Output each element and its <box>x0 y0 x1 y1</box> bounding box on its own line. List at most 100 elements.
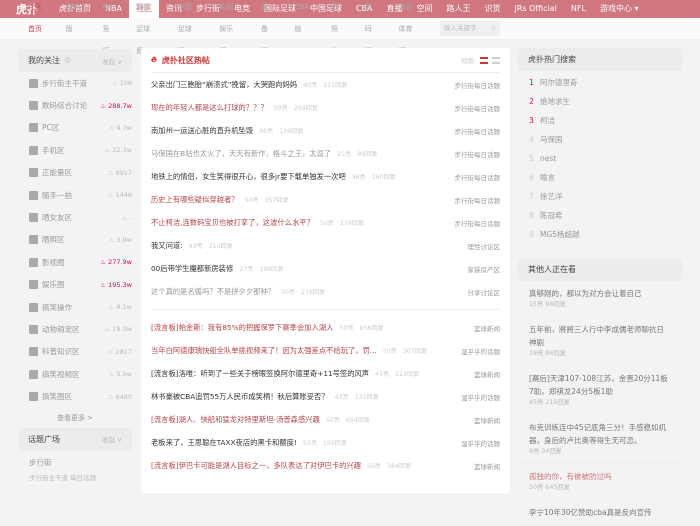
post-title[interactable]: 林书豪被CBA追罚55万人民币成笑柄！秋后算账妥否？ <box>151 392 329 402</box>
post-board-tag[interactable]: 步行街每日话题 <box>455 172 501 182</box>
post-row[interactable]: 老板来了，王思聪在TAXX夜店的黑卡和额度! 50亮 159回复 湿乎乎的话题 <box>151 431 500 454</box>
nav-item[interactable]: JRs Official <box>508 0 564 18</box>
post-row[interactable]: 现在的年轻人都是这么打球的？？？ 50亮 269回复 步行街每日话题 <box>151 96 500 119</box>
post-row[interactable]: [流言板]帕金斯：我有85%的把握保罗下赛季会加入湖人 50亮 856回复 篮球新闻 <box>151 316 500 339</box>
hot-search-item[interactable]: 3 柯洁 <box>518 111 682 130</box>
collapse-button[interactable]: 收起 ∨ <box>102 56 122 66</box>
post-row[interactable]: 我又问道: 43亮 210回复 理性讨论区 <box>151 234 500 257</box>
post-board-tag[interactable]: 湿乎乎的话题 <box>461 346 500 356</box>
see-more-link[interactable]: 查看更多 > <box>18 408 132 428</box>
followed-board[interactable]: PC区 ♨ 9.7w <box>18 117 132 139</box>
hot-search-item[interactable]: 5 nest <box>518 149 682 168</box>
watching-item[interactable]: 李宁10年30亿赞助cba真是反向宣传 <box>518 500 682 526</box>
post-title[interactable]: [流言板]伊巴卡可能是湖人目标之一，多队表达了对伊巴卡的兴趣 <box>151 461 361 471</box>
watching-item[interactable]: 孤独的你，有被被防过吗 50亮 645回复 <box>518 464 682 500</box>
nav-item[interactable]: 路人王 <box>440 0 478 18</box>
followed-board[interactable]: 搞笑图区 ♨ 6480 <box>18 385 132 407</box>
post-row[interactable]: [流言板]洛唯：听到了一些关于榜眼签换阿尔德里奇+11号签的风声 47亮 222回复… <box>151 362 500 385</box>
post-board-tag[interactable]: 分享讨论区 <box>468 287 501 297</box>
followed-board[interactable]: 正能量区 ♨ 9917 <box>18 162 132 184</box>
followed-board[interactable]: 搞笑操作 ♨ 8.1w <box>18 296 132 318</box>
list-view-icon[interactable] <box>480 56 488 64</box>
topic-item[interactable]: 步行街 <box>29 457 132 468</box>
post-board-tag[interactable]: 篮球新闻 <box>474 461 500 471</box>
post-row[interactable]: 马保国在B站也太火了，天天有新作，格斗之王，太逗了 25亮 99回复 步行街每日话题 <box>151 142 500 165</box>
hot-search-item[interactable]: 6 喻言 <box>518 168 682 187</box>
watching-item[interactable]: 真够刚的，都以为对方会让着自己 15亮 98回复 <box>518 281 682 317</box>
topic-sub[interactable]: 步行街主干道 每日话题 <box>29 472 132 482</box>
post-board-tag[interactable]: 湿乎乎的话题 <box>461 392 500 402</box>
hot-search-item[interactable]: 4 马保国 <box>518 130 682 149</box>
gear-icon[interactable]: ⚙ <box>64 56 71 65</box>
search-icon[interactable]: ⚲ <box>491 21 496 36</box>
followed-board[interactable]: 晒照区 ♨ 3.9w <box>18 229 132 251</box>
watching-item[interactable]: 五年前，將將三人行中李成儒老师聊抗日神剧 19亮 86回复 <box>518 317 682 366</box>
post-row[interactable]: [流言板]伊巴卡可能是湖人目标之一，多队表达了对伊巴卡的兴趣 50亮 364回复 篮球… <box>151 454 500 477</box>
watching-item[interactable]: [赛后]天津107-108江苏，金晋20分11板7助，郑祺龙24分5板1助 45亮… <box>518 366 682 415</box>
hot-search-term: 柯洁 <box>540 116 555 125</box>
followed-board[interactable]: 科普知识区 ♨ 2817 <box>18 341 132 363</box>
post-board-tag[interactable]: 篮球新闻 <box>474 323 500 333</box>
post-board-tag[interactable]: 篮球新闻 <box>474 369 500 379</box>
followed-board[interactable]: 动物萌宠区 ♨ 19.3w <box>18 318 132 340</box>
post-board-tag[interactable]: 家装房产区 <box>468 264 501 274</box>
post-title[interactable]: 地铁上的情侣，女生笑得很开心，很多jr要下载单独发一次吧 <box>151 172 346 182</box>
post-title[interactable]: 我又问道: <box>151 241 183 251</box>
followed-board[interactable]: 手机区 ♨ 22.3w <box>18 139 132 161</box>
followed-board[interactable]: 随手一拍 ♨ 1446 <box>18 184 132 206</box>
followed-board[interactable]: 影视圈 ♨ 277.9w <box>18 251 132 273</box>
post-title[interactable]: 00后带学生魔都新房装修 <box>151 264 233 274</box>
hot-search-item[interactable]: 1 阿尔德里奇 <box>518 73 682 92</box>
hot-search-item[interactable]: 2 绝地求生 <box>518 92 682 111</box>
post-title[interactable]: [流言板]湖人、快船和猛龙对特里斯坦-汤普森感兴趣 <box>151 415 320 425</box>
post-row[interactable]: 地铁上的情侣，女生笑得很开心，很多jr要下载单独发一次吧 36亮 160回复 步行街每… <box>151 165 500 188</box>
post-title[interactable]: 老板来了，王思聪在TAXX夜店的黑卡和额度! <box>151 438 297 448</box>
watching-item[interactable]: 布克训练连中45记底角三分！手感稳如机器，身后的卢比奥等得生无可恋。 8亮 34回… <box>518 415 682 464</box>
post-row[interactable]: 当年白阿德康瑞快船全队单挑视频来了！因为太强差点不给玩了，罚... 50亮 307回… <box>151 339 500 362</box>
count-value: 1446 <box>115 191 132 200</box>
followed-board[interactable]: 步行街主干道 ♨ 106 <box>18 72 132 94</box>
post-title[interactable]: 现在的年轻人都是这么打球的？？？ <box>151 103 268 113</box>
hot-search-item[interactable]: 9 MG5杨超越 <box>518 225 682 244</box>
post-board-tag[interactable]: 步行街每日话题 <box>455 218 501 228</box>
post-board-tag[interactable]: 理性讨论区 <box>468 241 501 251</box>
post-board-tag[interactable]: 湿乎乎的话题 <box>461 438 500 448</box>
post-title[interactable]: [流言板]洛唯：听到了一些关于榜眼签换阿尔德里奇+11号签的风声 <box>151 369 369 379</box>
post-title[interactable]: 不止柯洁,连数码宝贝也被打挛了，这波什么水平？ <box>151 218 314 228</box>
post-row[interactable]: 不止柯洁,连数码宝贝也被打挛了，这波什么水平？ 50亮 279回复 步行街每日话题 <box>151 211 500 234</box>
divider <box>151 309 500 310</box>
topic-collapse-button[interactable]: 收起 ∨ <box>102 434 122 444</box>
followed-board[interactable]: 娱乐圈 ♨ 195.3w <box>18 274 132 296</box>
followed-board[interactable]: 搞笑视频区 ♨ 5.5w <box>18 363 132 385</box>
post-row[interactable]: 南加州一运送心脏的直升机坠毁 46亮 139回复 步行街每日话题 <box>151 119 500 142</box>
search-input[interactable]: 输入关键字 ⚲ <box>440 21 500 36</box>
followed-board[interactable]: 晒女友区 ♨ - <box>18 206 132 228</box>
post-row[interactable]: 父亲出门三胞胎“崩溃式”挽留，大哭跑向妈妈 40亮 115回复 步行街每日话题 <box>151 73 500 96</box>
post-board-tag[interactable]: 篮球新闻 <box>474 415 500 425</box>
post-board-tag[interactable]: 步行街每日话题 <box>455 80 501 90</box>
post-row[interactable]: 历史上有哪些疑似穿越者？ 50亮 357回复 步行街每日话题 <box>151 188 500 211</box>
followed-board[interactable]: 数码综合讨论 ♨ 288.7w <box>18 94 132 116</box>
nav-item[interactable]: 游戏中心 ▾ <box>593 0 646 18</box>
post-row[interactable]: 00后带学生魔都新房装修 27亮 199回复 家装房产区 <box>151 257 500 280</box>
post-row[interactable]: 这个真的是名媛吗？不是拼夕夕那种？ 50亮 216回复 分享讨论区 <box>151 280 500 303</box>
post-row[interactable]: 林书豪被CBA追罚55万人民币成笑柄！秋后算账妥否？ 43亮 132回复 湿乎乎的话题 <box>151 385 500 408</box>
post-title[interactable]: 父亲出门三胞胎“崩溃式”挽留，大哭跑向妈妈 <box>151 80 297 90</box>
compact-view-icon[interactable] <box>492 56 500 64</box>
post-title[interactable]: [流言板]帕金斯：我有85%的把握保罗下赛季会加入湖人 <box>151 323 333 333</box>
hot-search-item[interactable]: 8 陈冠希 <box>518 206 682 225</box>
post-board-tag[interactable]: 步行街每日话题 <box>455 126 501 136</box>
post-board-tag[interactable]: 步行街每日话题 <box>455 149 501 159</box>
post-row[interactable]: [流言板]湖人、快船和猛龙对特里斯坦-汤普森感兴趣 50亮 654回复 篮球新闻 <box>151 408 500 431</box>
post-title[interactable]: 这个真的是名媛吗？不是拼夕夕那种？ <box>151 287 275 297</box>
nav-item[interactable]: 识货 <box>478 0 508 18</box>
post-board-tag[interactable]: 步行街每日话题 <box>455 103 501 113</box>
post-title[interactable]: 南加州一运送心脏的直升机坠毁 <box>151 126 253 136</box>
post-replies: 357回复 <box>264 197 289 204</box>
post-title[interactable]: 马保国在B站也太火了，天天有新作，格斗之王，太逗了 <box>151 149 331 159</box>
hot-search-item[interactable]: 7 徐艺洋 <box>518 187 682 206</box>
post-board-tag[interactable]: 步行街每日话题 <box>455 195 501 205</box>
nav-item[interactable]: NFL <box>564 0 593 18</box>
post-title[interactable]: 历史上有哪些疑似穿越者？ <box>151 195 239 205</box>
post-title[interactable]: 当年白阿德康瑞快船全队单挑视频来了！因为太强差点不给玩了，罚... <box>151 346 377 356</box>
